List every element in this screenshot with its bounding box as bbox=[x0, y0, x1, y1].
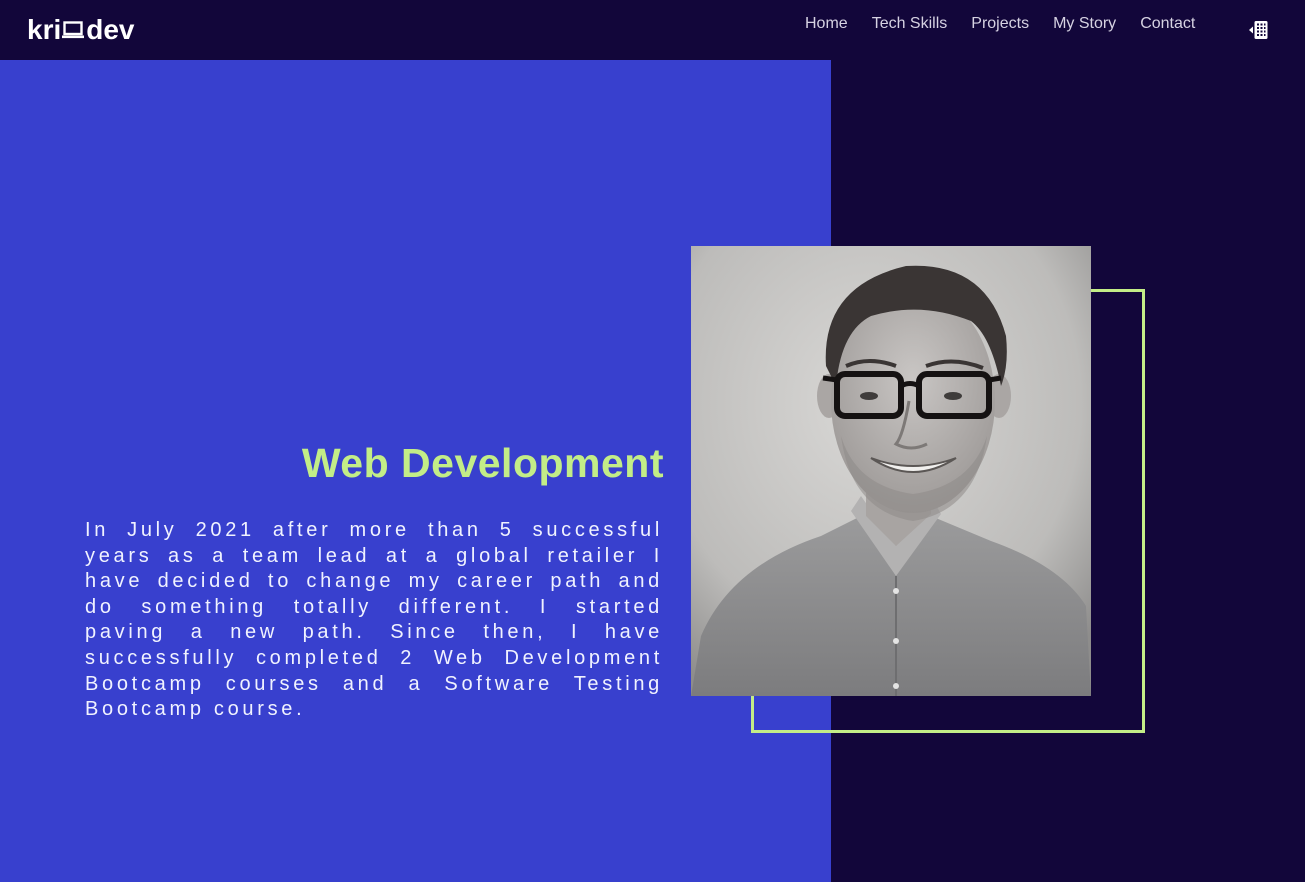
navbar: kri dev Home Tech Skills Projects My Sto… bbox=[0, 0, 1305, 60]
nav-contact[interactable]: Contact bbox=[1140, 14, 1195, 34]
profile-photo bbox=[691, 246, 1091, 696]
nav-my-story[interactable]: My Story bbox=[1053, 14, 1116, 34]
page: kri dev Home Tech Skills Projects My Sto… bbox=[0, 0, 1305, 882]
sidebar-toggle-icon[interactable] bbox=[1248, 19, 1270, 41]
laptop-icon bbox=[62, 20, 85, 40]
nav-menu: Home Tech Skills Projects My Story Conta… bbox=[805, 14, 1219, 34]
logo-text-right: dev bbox=[86, 14, 135, 45]
nav-tech-skills[interactable]: Tech Skills bbox=[872, 14, 948, 34]
hero-title: Web Development bbox=[301, 440, 664, 486]
hero-description: In July 2021 after more than 5 successfu… bbox=[85, 519, 663, 721]
nav-projects[interactable]: Projects bbox=[971, 14, 1029, 34]
nav-home[interactable]: Home bbox=[805, 14, 848, 34]
logo[interactable]: kri dev bbox=[27, 14, 135, 46]
logo-text-left: kri bbox=[27, 14, 62, 45]
